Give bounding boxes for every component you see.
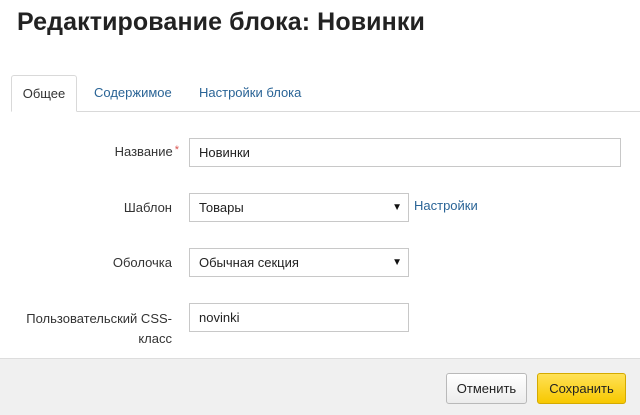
caret-down-icon: ▼ <box>392 257 402 268</box>
dialog-footer: Отменить Сохранить <box>0 358 640 415</box>
cancel-button[interactable]: Отменить <box>446 373 527 404</box>
template-select[interactable]: Товары ▼ <box>189 193 409 222</box>
css-class-input[interactable]: novinki <box>189 303 409 332</box>
name-label-row: Название * <box>60 144 179 161</box>
edit-block-dialog: Редактирование блока: Новинки Общее Соде… <box>0 0 640 415</box>
css-class-label-line2: класс <box>138 331 172 346</box>
css-class-label: Пользовательский CSS- класс <box>20 309 172 349</box>
caret-down-icon: ▼ <box>392 202 402 213</box>
tab-content[interactable]: Содержимое <box>94 75 172 111</box>
dialog-title: Редактирование блока: Новинки <box>17 8 425 36</box>
required-mark: * <box>174 144 179 156</box>
wrapper-select-value: Обычная секция <box>199 255 299 270</box>
wrapper-select[interactable]: Обычная секция ▼ <box>189 248 409 277</box>
template-label: Шаблон <box>123 200 172 215</box>
name-input[interactable]: Новинки <box>189 138 621 167</box>
tab-bar: Общее Содержимое Настройки блока <box>11 75 640 112</box>
save-button[interactable]: Сохранить <box>537 373 626 404</box>
tab-block-settings[interactable]: Настройки блока <box>199 75 301 111</box>
name-label: Название <box>114 144 173 159</box>
template-select-value: Товары <box>199 200 244 215</box>
template-settings-link[interactable]: Настройки <box>414 198 478 214</box>
wrapper-label: Оболочка <box>112 255 172 270</box>
css-class-label-line1: Пользовательский CSS- <box>26 311 172 326</box>
tab-general[interactable]: Общее <box>11 75 77 112</box>
